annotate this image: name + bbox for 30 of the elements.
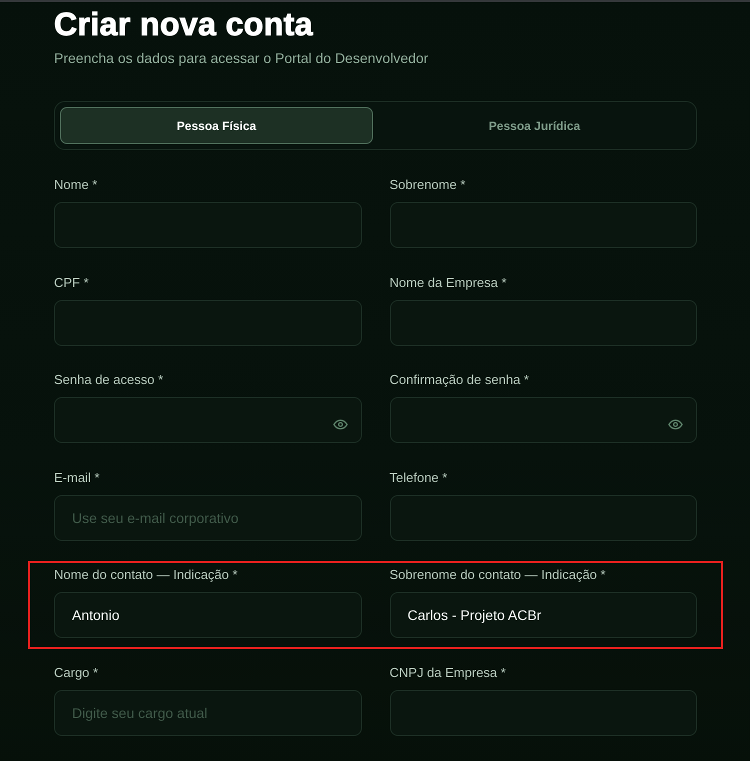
input-field[interactable]: Carlos - Projeto ACBr bbox=[390, 592, 697, 638]
field-label: Cargo * bbox=[54, 664, 98, 680]
eye-icon[interactable] bbox=[332, 419, 348, 430]
input-field[interactable]: Use seu e-mail corporativo bbox=[54, 494, 362, 540]
field-label: Nome * bbox=[54, 177, 98, 193]
field-label: CNPJ da Empresa * bbox=[390, 664, 506, 680]
field-label: Nome da Empresa * bbox=[390, 274, 507, 290]
input-field[interactable] bbox=[390, 300, 697, 346]
page-subtitle: Preencha os dados para acessar o Portal do Desenvolvedor bbox=[54, 49, 428, 67]
input-field[interactable]: Digite seu cargo atual bbox=[54, 690, 362, 736]
field-label: Confirmação de senha * bbox=[390, 372, 529, 388]
field-label: CPF * bbox=[54, 274, 89, 290]
field-label: Telefone * bbox=[390, 470, 448, 486]
account-type-tab[interactable]: Pessoa Jurídica bbox=[378, 107, 691, 144]
account-type-tab[interactable]: Pessoa Física bbox=[60, 107, 373, 144]
field-label: E-mail * bbox=[54, 470, 100, 486]
input-field[interactable] bbox=[54, 202, 362, 248]
page-title: Criar nova conta bbox=[54, 7, 313, 41]
field-label: Nome do contato — Indicação * bbox=[54, 567, 238, 583]
field-label: Sobrenome do contato — Indicação * bbox=[390, 567, 606, 583]
password-field[interactable] bbox=[390, 397, 697, 443]
input-field[interactable] bbox=[390, 202, 697, 248]
eye-icon[interactable] bbox=[668, 419, 683, 430]
field-label: Senha de acesso * bbox=[54, 372, 164, 388]
field-label: Sobrenome * bbox=[390, 177, 466, 193]
input-field[interactable]: Antonio bbox=[54, 592, 362, 638]
input-field[interactable] bbox=[390, 494, 697, 540]
input-field[interactable] bbox=[54, 300, 362, 346]
input-field[interactable] bbox=[390, 690, 697, 736]
password-field[interactable] bbox=[54, 397, 362, 443]
